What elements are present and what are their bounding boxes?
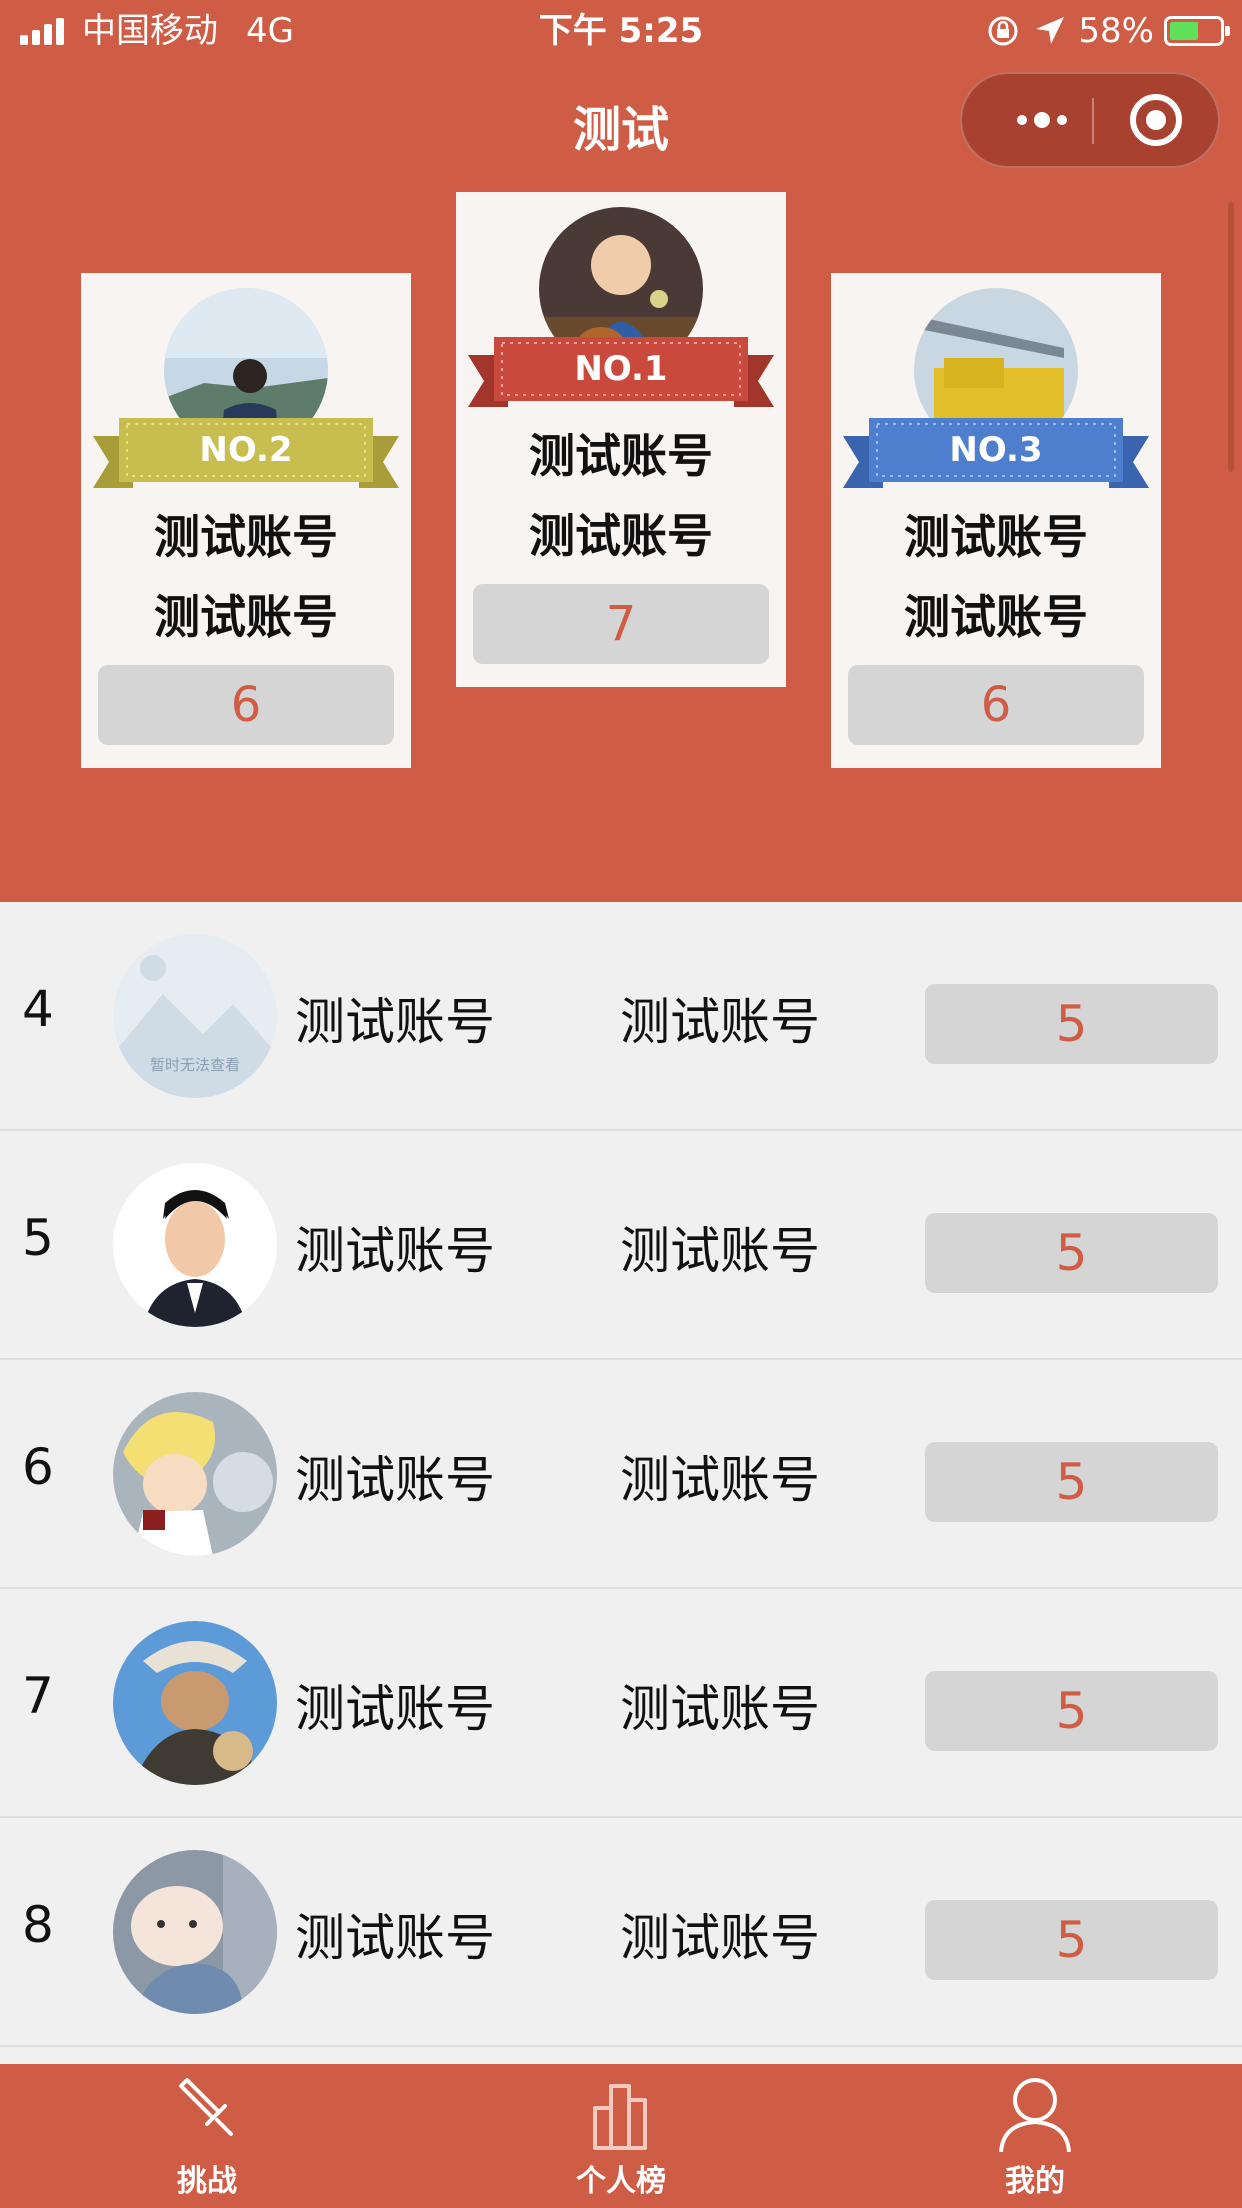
battery-icon	[1164, 16, 1230, 46]
list-score: 5	[925, 1213, 1218, 1293]
ranking-list: 4 暂时无法查看 测试账号 测试账号 5 5 测试账号 测试账号 5 6 测试账…	[0, 902, 1242, 2047]
list-name-1: 测试账号	[295, 1909, 495, 1967]
list-item[interactable]: 4 暂时无法查看 测试账号 测试账号 5	[0, 902, 1242, 1131]
avatar	[113, 1850, 277, 2014]
mini-program-capsule	[960, 72, 1220, 168]
rank-badge-text: NO.2	[199, 430, 293, 470]
list-item[interactable]: 5 测试账号 测试账号 5	[0, 1131, 1242, 1360]
rank-ribbon: NO.2	[93, 418, 399, 488]
list-name-1: 测试账号	[295, 993, 495, 1051]
rotation-lock-icon	[988, 16, 1018, 46]
rank-number: 8	[22, 1896, 54, 1954]
location-arrow-icon	[1036, 17, 1065, 44]
list-name-1: 测试账号	[295, 1451, 495, 1509]
list-name-2: 测试账号	[620, 1222, 820, 1280]
list-name-2: 测试账号	[620, 1451, 820, 1509]
capsule-divider	[1092, 98, 1094, 144]
avatar	[113, 1163, 277, 1327]
list-score: 5	[925, 984, 1218, 1064]
tab-personal-rank[interactable]: 个人榜	[414, 2064, 828, 2208]
list-score: 5	[925, 1900, 1218, 1980]
target-circle-icon[interactable]	[1130, 94, 1182, 146]
sword-icon	[179, 2078, 233, 2136]
tab-challenge[interactable]: 挑战	[0, 2064, 414, 2208]
list-name-2: 测试账号	[620, 1909, 820, 1967]
list-name-2: 测试账号	[620, 1680, 820, 1738]
rank-number: 7	[22, 1667, 54, 1725]
rank-ribbon: NO.1	[468, 337, 774, 407]
podium-name-line1: 测试账号	[154, 510, 338, 564]
podium-card-no1[interactable]: NO.1 测试账号 测试账号 7	[456, 192, 786, 687]
rank-number: 4	[22, 980, 54, 1038]
battery-fill	[1170, 22, 1198, 40]
list-item[interactable]: 6 测试账号 测试账号 5	[0, 1360, 1242, 1589]
tab-label: 个人榜	[576, 2164, 666, 2199]
header: 测试 NO.2 测试账号 测试账号 6 NO.1 测试账号 测试账号 7 NO.…	[0, 62, 1242, 902]
list-score: 5	[925, 1671, 1218, 1751]
podium-card-no2[interactable]: NO.2 测试账号 测试账号 6	[81, 273, 411, 768]
bar-chart-icon	[593, 2084, 647, 2150]
avatar: 暂时无法查看	[113, 934, 277, 1098]
podium-score: 7	[473, 584, 769, 664]
leaderboard-page: 中国移动 4G 下午 5:25 58% 测试 NO.2 测试账号 测试账号 6 …	[0, 0, 1242, 2208]
scrollbar[interactable]	[1228, 202, 1234, 472]
avatar-placeholder-text: 暂时无法查看	[150, 1056, 240, 1074]
podium-name-line2: 测试账号	[154, 590, 338, 644]
tab-mine[interactable]: 我的	[828, 2064, 1242, 2208]
rank-badge-text: NO.1	[574, 349, 668, 389]
rank-ribbon: NO.3	[843, 418, 1149, 488]
podium-name-line1: 测试账号	[529, 429, 713, 483]
list-item[interactable]: 8 测试账号 测试账号 5	[0, 1818, 1242, 2047]
tab-label: 我的	[1005, 2164, 1065, 2199]
status-right: 58%	[986, 8, 1230, 54]
rank-number: 6	[22, 1438, 54, 1496]
tab-bar: 挑战 个人榜 我的	[0, 2064, 1242, 2208]
podium-score: 6	[848, 665, 1144, 745]
podium-score: 6	[98, 665, 394, 745]
status-bar: 中国移动 4G 下午 5:25 58%	[0, 0, 1242, 62]
avatar	[113, 1621, 277, 1785]
list-score: 5	[925, 1442, 1218, 1522]
rank-badge-text: NO.3	[949, 430, 1043, 470]
podium-name-line1: 测试账号	[904, 510, 1088, 564]
podium-name-line2: 测试账号	[529, 509, 713, 563]
podium-name-line2: 测试账号	[904, 590, 1088, 644]
podium-card-no3[interactable]: NO.3 测试账号 测试账号 6	[831, 273, 1161, 768]
list-name-2: 测试账号	[620, 993, 820, 1051]
more-dots-icon[interactable]	[1002, 74, 1082, 166]
list-name-1: 测试账号	[295, 1222, 495, 1280]
avatar	[113, 1392, 277, 1556]
battery-percent: 58%	[1078, 11, 1154, 51]
tab-label: 挑战	[177, 2164, 237, 2199]
user-icon	[999, 2078, 1071, 2153]
list-name-1: 测试账号	[295, 1680, 495, 1738]
rank-number: 5	[22, 1209, 54, 1267]
list-item[interactable]: 7 测试账号 测试账号 5	[0, 1589, 1242, 1818]
